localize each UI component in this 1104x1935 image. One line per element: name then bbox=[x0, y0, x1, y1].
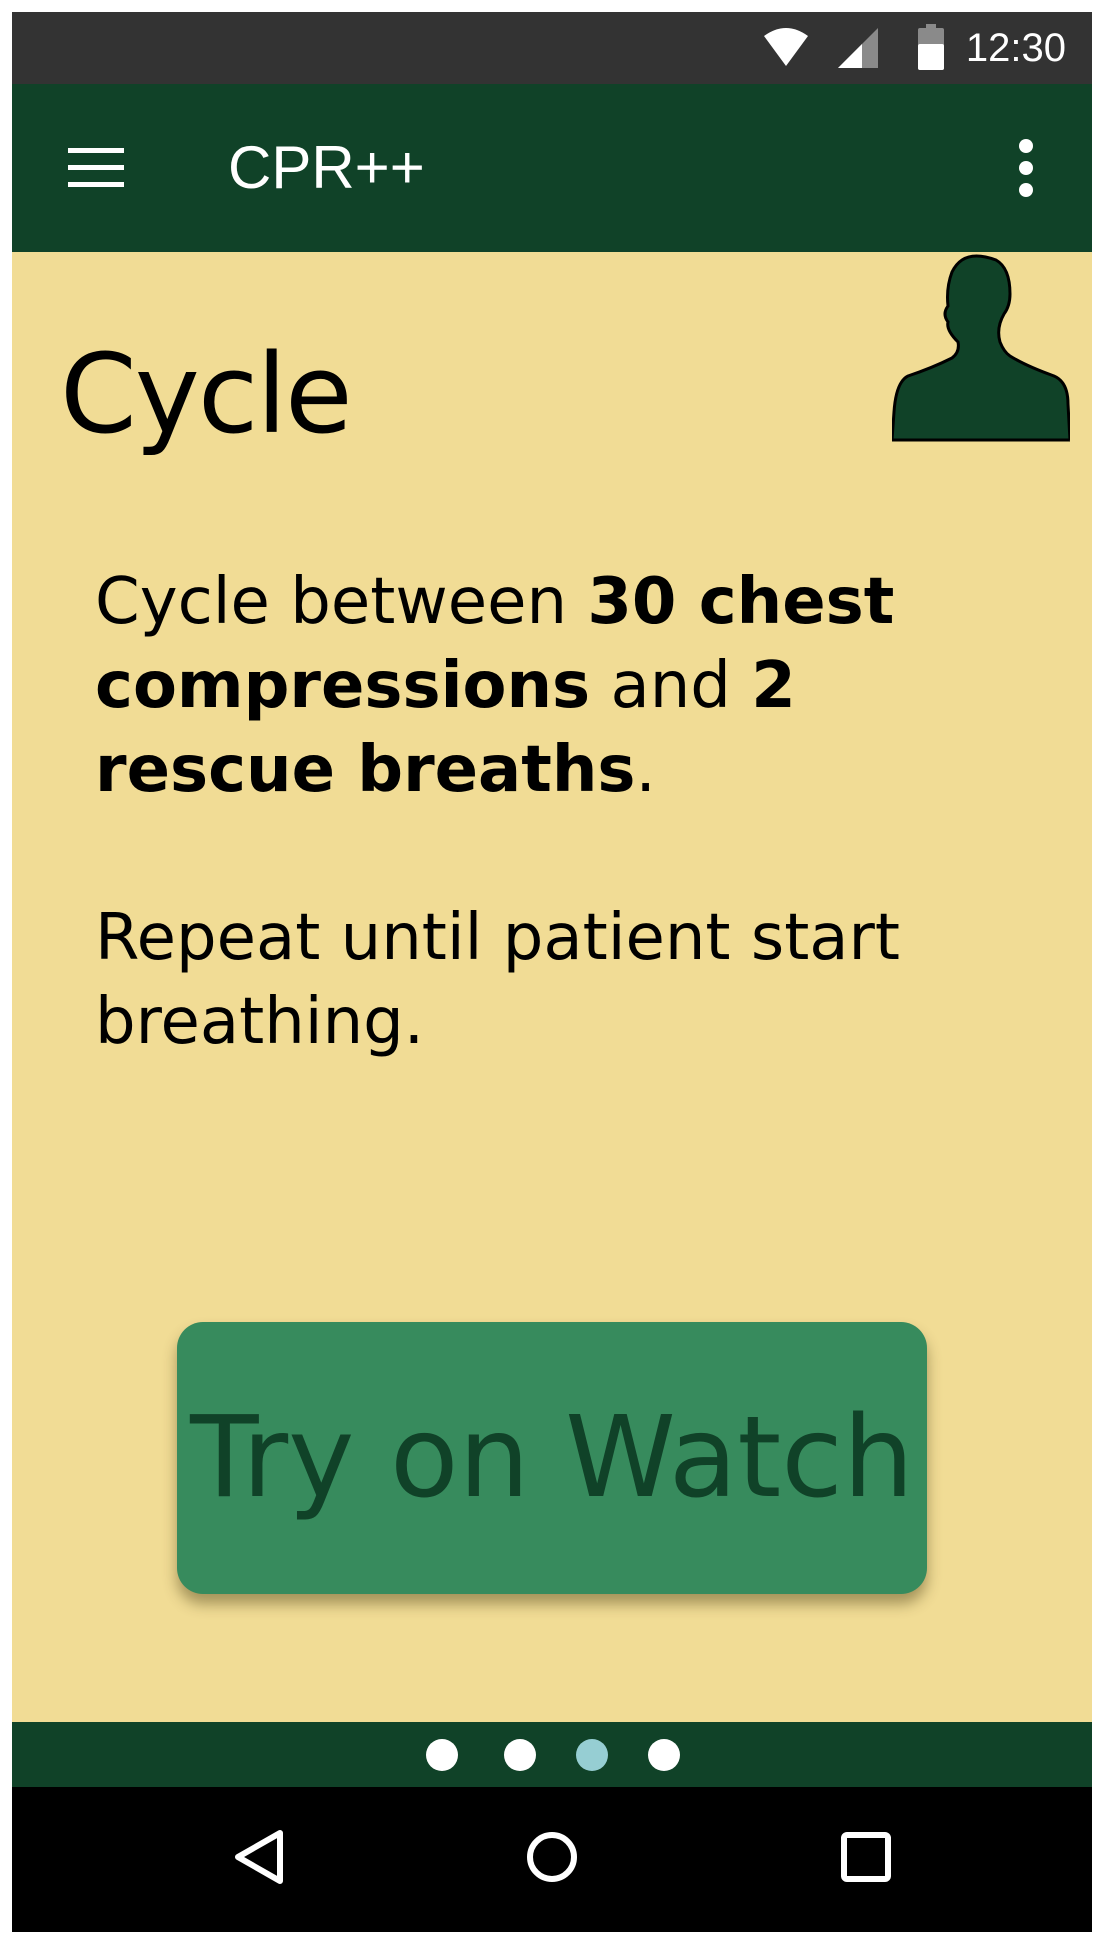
page-dot-3-active[interactable] bbox=[576, 1739, 608, 1771]
page-dot-2[interactable] bbox=[504, 1739, 536, 1771]
home-button[interactable] bbox=[512, 1817, 592, 1897]
status-bar: 12:30 bbox=[12, 12, 1092, 84]
status-time: 12:30 bbox=[965, 26, 1066, 70]
instructions: Cycle between 30 chest compressions and … bbox=[95, 560, 1015, 1064]
battery-icon bbox=[918, 24, 944, 70]
instruction-part-3: . bbox=[635, 733, 656, 807]
page-dot-1[interactable] bbox=[426, 1739, 458, 1771]
app-title: CPR++ bbox=[228, 134, 425, 201]
cell-signal-icon bbox=[838, 28, 878, 68]
instruction-part-2: and bbox=[590, 649, 752, 723]
back-icon bbox=[235, 1830, 283, 1884]
hamburger-menu-icon bbox=[68, 148, 124, 187]
navigation-bar bbox=[12, 1787, 1092, 1932]
repeat-text: Repeat until patient start breathing. bbox=[95, 901, 900, 1059]
more-vert-icon bbox=[1019, 139, 1033, 197]
person-silhouette-icon[interactable] bbox=[892, 254, 1070, 442]
home-icon bbox=[527, 1832, 577, 1882]
app-bar: CPR++ bbox=[12, 84, 1092, 252]
page-title: Cycle bbox=[60, 330, 353, 458]
phone-screen: 12:30 CPR++ Cycle Cycle between 30 chest… bbox=[12, 12, 1092, 1932]
wifi-icon bbox=[764, 28, 808, 66]
menu-button[interactable] bbox=[56, 128, 136, 208]
page-indicator bbox=[12, 1722, 1092, 1787]
instruction-text: Cycle between 30 chest compressions and … bbox=[95, 560, 1015, 812]
recents-button[interactable] bbox=[826, 1817, 906, 1897]
instruction-part-1: Cycle between bbox=[95, 565, 588, 639]
back-button[interactable] bbox=[220, 1817, 300, 1897]
overflow-menu-button[interactable] bbox=[996, 128, 1056, 208]
page-dot-4[interactable] bbox=[648, 1739, 680, 1771]
recents-icon bbox=[841, 1832, 891, 1882]
try-on-watch-button[interactable]: Try on Watch bbox=[177, 1322, 927, 1594]
